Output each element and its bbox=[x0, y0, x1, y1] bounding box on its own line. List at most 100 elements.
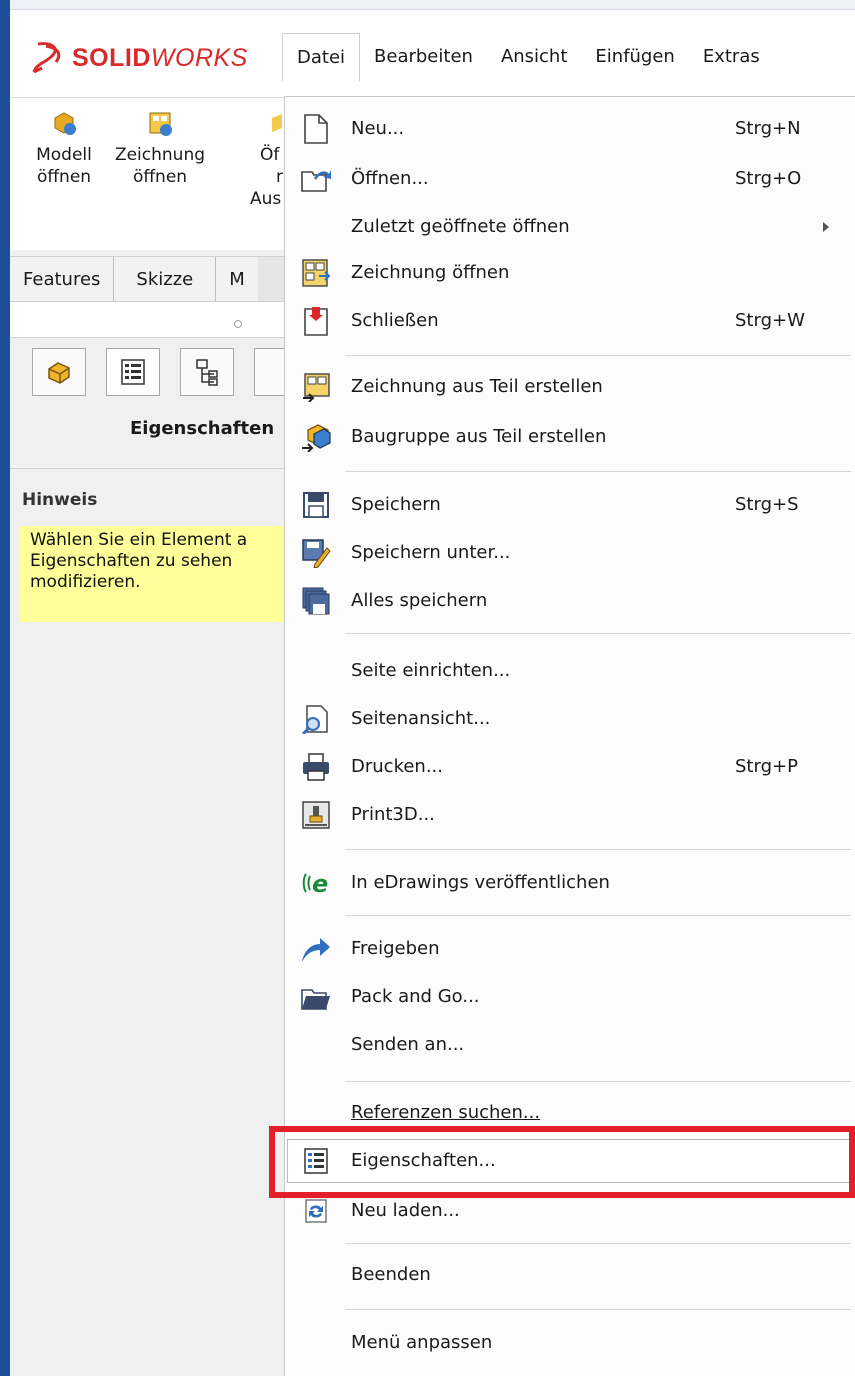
menu-label: In eDrawings veröffentlichen bbox=[351, 872, 610, 893]
open-model-label-2: öffnen bbox=[36, 167, 92, 187]
tab-features[interactable]: Features bbox=[10, 257, 115, 301]
open-partial-label-2: r bbox=[276, 167, 283, 187]
menu-item-print3d[interactable]: Print3D... bbox=[285, 791, 855, 839]
save-all-icon bbox=[299, 584, 333, 618]
edrawings-icon: e bbox=[299, 866, 333, 900]
menu-bearbeiten[interactable]: Bearbeiten bbox=[360, 33, 487, 81]
menu-item-zeichnung-oeffnen[interactable]: Zeichnung öffnen bbox=[285, 249, 855, 297]
menu-separator bbox=[345, 471, 851, 472]
drawing-open-icon bbox=[299, 256, 333, 290]
part-icon bbox=[48, 362, 70, 384]
menu-shortcut: Strg+O bbox=[735, 168, 802, 189]
tab-m[interactable]: M bbox=[216, 257, 258, 301]
menu-item-pack-and-go[interactable]: Pack and Go... bbox=[285, 973, 855, 1021]
menu-label: Pack and Go... bbox=[351, 986, 480, 1007]
menu-shortcut: Strg+W bbox=[735, 310, 805, 331]
menu-ansicht[interactable]: Ansicht bbox=[487, 33, 581, 81]
menu-datei[interactable]: Datei bbox=[282, 33, 361, 81]
menu-label: Neu... bbox=[351, 118, 405, 139]
featuremanager-tabs bbox=[10, 340, 294, 406]
menu-label: Öffnen... bbox=[351, 168, 429, 189]
menu-item-baugruppe-aus-teil[interactable]: Baugruppe aus Teil erstellen bbox=[285, 413, 855, 461]
menu-item-zuletzt-geoeffnete[interactable]: Zuletzt geöffnete öffnen bbox=[285, 203, 855, 251]
menu-label: Seitenansicht... bbox=[351, 708, 491, 729]
menu-separator bbox=[345, 1243, 851, 1244]
open-drawing-label-1: Zeichnung bbox=[114, 145, 206, 165]
menu-shortcut: Strg+S bbox=[735, 494, 799, 515]
close-document-icon bbox=[299, 304, 333, 338]
menu-label: Alles speichern bbox=[351, 590, 488, 611]
menu-label: Zeichnung aus Teil erstellen bbox=[351, 376, 603, 397]
menu-item-freigeben[interactable]: Freigeben bbox=[285, 925, 855, 973]
open-model-button[interactable]: Modell öffnen bbox=[14, 108, 114, 188]
panel-title: Eigenschaften bbox=[130, 418, 275, 439]
menu-item-beenden[interactable]: Beenden bbox=[285, 1251, 855, 1299]
panel-splitter[interactable] bbox=[10, 302, 285, 338]
menu-separator bbox=[345, 1081, 851, 1082]
menu-item-speichern-unter[interactable]: Speichern unter... bbox=[285, 529, 855, 577]
solidworks-window: SOLIDWORKS Datei Bearbeiten Ansicht Einf… bbox=[0, 0, 855, 1376]
menu-item-senden-an[interactable]: Senden an... bbox=[285, 1021, 855, 1069]
menu-label: Zeichnung öffnen bbox=[351, 262, 510, 283]
menu-item-zeichnung-aus-teil[interactable]: Zeichnung aus Teil erstellen bbox=[285, 363, 855, 411]
menu-label: Speichern bbox=[351, 494, 441, 515]
menu-item-alles-speichern[interactable]: Alles speichern bbox=[285, 577, 855, 625]
printer-icon bbox=[299, 750, 333, 784]
reload-icon bbox=[299, 1194, 333, 1228]
tab-configurationmanager[interactable] bbox=[180, 348, 234, 396]
menu-item-drucken[interactable]: Drucken... Strg+P bbox=[285, 743, 855, 791]
save-as-icon bbox=[299, 536, 333, 570]
window-left-border bbox=[0, 0, 10, 1376]
command-tabs: Features Skizze M bbox=[10, 256, 285, 302]
menu-item-schliessen[interactable]: Schließen Strg+W bbox=[285, 297, 855, 345]
menu-item-neu[interactable]: Neu... Strg+N bbox=[285, 105, 855, 153]
menu-separator bbox=[345, 849, 851, 850]
menu-separator bbox=[345, 1309, 851, 1310]
menu-shortcut: Strg+P bbox=[735, 756, 798, 777]
submenu-arrow-icon bbox=[823, 222, 829, 232]
pack-and-go-icon bbox=[299, 980, 333, 1014]
menu-label: Freigeben bbox=[351, 938, 440, 959]
open-drawing-button[interactable]: Zeichnung öffnen bbox=[110, 108, 210, 188]
open-partial-label-1: Öf bbox=[260, 145, 280, 165]
tab-featuremanager[interactable] bbox=[32, 348, 86, 396]
menu-label: Zuletzt geöffnete öffnen bbox=[351, 216, 570, 237]
print3d-icon bbox=[299, 798, 333, 832]
menu-item-menue-anpassen[interactable]: Menü anpassen bbox=[285, 1319, 855, 1367]
open-drawing-icon bbox=[145, 108, 175, 138]
open-model-icon bbox=[49, 108, 79, 138]
menu-label: Baugruppe aus Teil erstellen bbox=[351, 426, 607, 447]
configuration-icon bbox=[196, 359, 218, 386]
drawing-from-part-icon bbox=[299, 370, 333, 404]
menu-label: Menü anpassen bbox=[351, 1332, 493, 1353]
open-partial-button[interactable]: Öf r Aus bbox=[210, 108, 285, 210]
panel-divider bbox=[10, 468, 285, 469]
ds-logo-icon bbox=[32, 42, 61, 74]
command-manager: Modell öffnen Zeichnung öffnen Öf r Aus bbox=[10, 98, 285, 250]
splitter-handle-icon[interactable] bbox=[234, 320, 242, 328]
menu-item-oeffnen[interactable]: Öffnen... Strg+O bbox=[285, 155, 855, 203]
menu-shortcut: Strg+N bbox=[735, 118, 801, 139]
tab-propertymanager[interactable] bbox=[106, 348, 160, 396]
menu-item-seite-einrichten[interactable]: Seite einrichten... bbox=[285, 647, 855, 695]
menu-item-edrawings[interactable]: e In eDrawings veröffentlichen bbox=[285, 859, 855, 907]
tab-skizze[interactable]: Skizze bbox=[114, 257, 217, 301]
menu-separator bbox=[345, 355, 851, 356]
menu-label: Print3D... bbox=[351, 804, 435, 825]
menu-label: Seite einrichten... bbox=[351, 660, 511, 681]
menu-bar: Datei Bearbeiten Ansicht Einfügen Extras bbox=[282, 33, 774, 81]
assembly-from-part-icon bbox=[299, 420, 333, 454]
menu-einfuegen[interactable]: Einfügen bbox=[581, 33, 688, 81]
open-partial-label-3: Aus bbox=[250, 189, 282, 209]
print-preview-icon bbox=[299, 702, 333, 736]
hint-message: Wählen Sie ein Element a Eigenschaften z… bbox=[20, 526, 286, 622]
menu-separator bbox=[345, 915, 851, 916]
new-document-icon bbox=[299, 112, 333, 146]
menu-item-speichern[interactable]: Speichern Strg+S bbox=[285, 481, 855, 529]
logo-wordmark: SOLIDWORKS bbox=[72, 43, 248, 72]
open-folder-icon bbox=[299, 162, 333, 196]
hint-title: Hinweis bbox=[22, 490, 98, 510]
menu-item-seitenansicht[interactable]: Seitenansicht... bbox=[285, 695, 855, 743]
solidworks-logo[interactable]: SOLIDWORKS bbox=[32, 38, 248, 78]
menu-extras[interactable]: Extras bbox=[689, 33, 774, 81]
